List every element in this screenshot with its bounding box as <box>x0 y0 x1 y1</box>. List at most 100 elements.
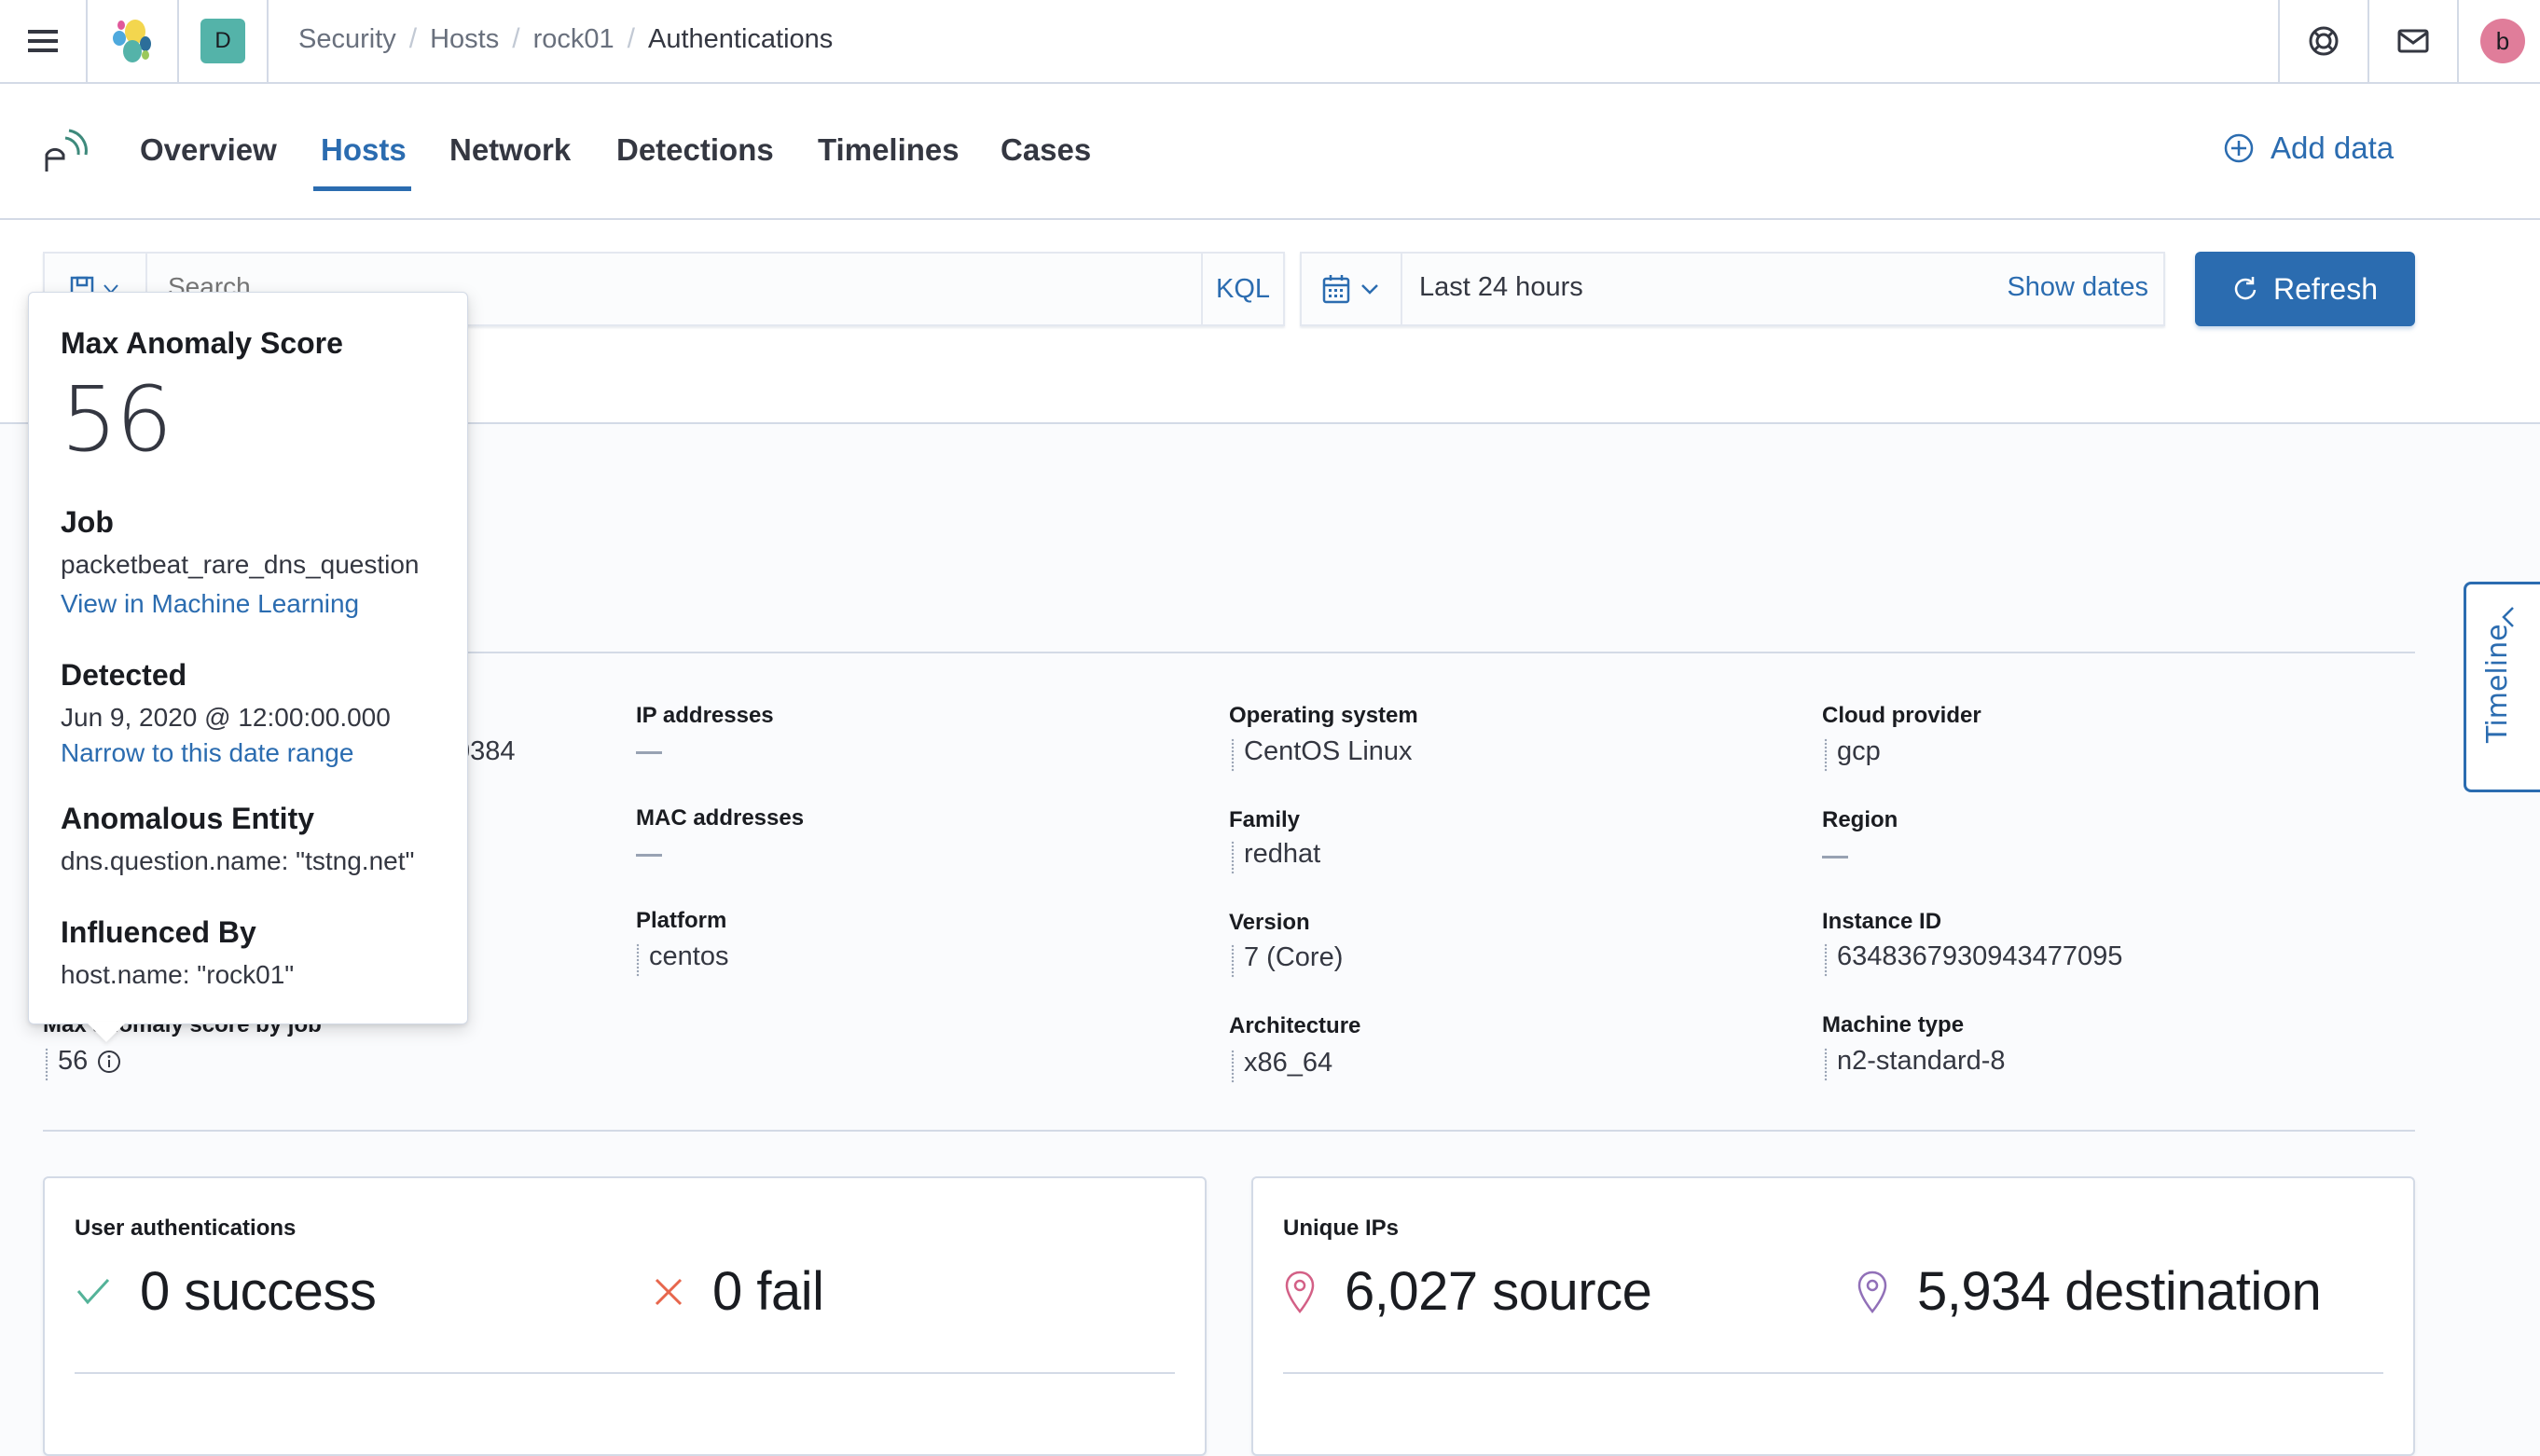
card-divider <box>1283 1372 2383 1374</box>
avatar: b <box>2480 19 2525 63</box>
cloud-provider-label: Cloud provider <box>1822 703 1981 728</box>
calendar-icon <box>1322 275 1350 304</box>
space-badge: D <box>200 19 245 63</box>
card-divider <box>75 1372 1175 1374</box>
architecture-value[interactable]: x86_64 <box>1231 1048 1332 1083</box>
tab-detections[interactable]: Detections <box>616 132 774 168</box>
quick-select-button[interactable] <box>1302 254 1402 324</box>
ip-addresses-label: IP addresses <box>636 703 774 728</box>
machine-type-label: Machine type <box>1822 1012 1965 1037</box>
ip-addresses-empty <box>636 751 662 754</box>
instance-id-value[interactable]: 6348367930943477095 <box>1824 941 2122 977</box>
anomaly-score: 56 <box>45 1046 121 1081</box>
region-label: Region <box>1822 807 1898 832</box>
influenced-by-heading: Influenced By <box>61 915 256 949</box>
instance-id-label: Instance ID <box>1822 909 1942 934</box>
popover-arrow <box>86 1022 127 1042</box>
date-picker: Last 24 hours Show dates <box>1300 252 2165 326</box>
job-heading: Job <box>61 505 114 539</box>
mac-addresses-label: MAC addresses <box>636 805 805 831</box>
hamburger-icon <box>28 30 58 52</box>
machine-type-value[interactable]: n2-standard-8 <box>1824 1046 2006 1081</box>
anomaly-score-popover: Max Anomaly Score 56 Job packetbeat_rare… <box>28 292 468 1024</box>
mail-icon <box>2397 29 2429 53</box>
space-selector[interactable]: D <box>179 0 267 82</box>
destination-ips-stat: 5,934 destination <box>1856 1260 2322 1323</box>
anomaly-score-value[interactable]: 56 <box>45 1046 88 1081</box>
date-range-value[interactable]: Last 24 hours <box>1419 272 1583 303</box>
tab-timelines[interactable]: Timelines <box>818 132 959 168</box>
map-pin-icon <box>1857 1271 1887 1313</box>
check-icon <box>76 1278 110 1304</box>
plus-circle-icon <box>2224 133 2254 163</box>
cross-icon <box>655 1278 683 1305</box>
view-in-ml-link[interactable]: View in Machine Learning <box>61 589 359 619</box>
architecture-label: Architecture <box>1229 1013 1361 1038</box>
breadcrumb-hosts[interactable]: Hosts <box>430 24 499 55</box>
os-value[interactable]: CentOS Linux <box>1231 736 1413 772</box>
card-title: Unique IPs <box>1283 1216 1400 1241</box>
show-dates-link[interactable]: Show dates <box>2007 272 2148 303</box>
breadcrumb-host[interactable]: rock01 <box>533 24 614 55</box>
version-value[interactable]: 7 (Core) <box>1231 942 1343 978</box>
refresh-icon <box>2234 277 2257 300</box>
add-data-button[interactable]: Add data <box>2224 130 2394 166</box>
refresh-label: Refresh <box>2272 271 2379 306</box>
version-label: Version <box>1229 910 1310 935</box>
elastic-logo-icon <box>113 20 151 62</box>
anomalous-entity-heading: Anomalous Entity <box>61 802 315 835</box>
menu-button[interactable] <box>0 0 86 82</box>
timeline-label: Timeline <box>2481 624 2514 743</box>
top-header: D Security / Hosts / rock01 / Authentica… <box>0 0 2540 84</box>
popover-score: 56 <box>61 367 173 472</box>
breadcrumb: Security / Hosts / rock01 / Authenticati… <box>298 0 833 78</box>
refresh-button[interactable]: Refresh <box>2195 252 2415 326</box>
popover-title: Max Anomaly Score <box>61 326 343 360</box>
card-title: User authentications <box>75 1216 297 1241</box>
active-tab-indicator <box>313 186 411 191</box>
anomalous-entity-value: dns.question.name: "tstng.net" <box>61 846 415 875</box>
influenced-by-value: host.name: "rock01" <box>61 960 295 989</box>
app-navigation: Overview Hosts Network Detections Timeli… <box>0 84 2540 220</box>
auth-success-value: 0 success <box>140 1261 377 1322</box>
tab-network[interactable]: Network <box>449 132 571 168</box>
help-button[interactable] <box>2280 0 2367 82</box>
unique-ips-card: Unique IPs 6,027 source 5,934 destinatio… <box>1251 1176 2415 1456</box>
chevron-down-icon <box>1361 284 1378 295</box>
user-authentications-card: User authentications 0 success 0 fail <box>43 1176 1207 1456</box>
info-icon[interactable] <box>97 1050 121 1074</box>
auth-success-stat: 0 success <box>75 1260 377 1323</box>
region-empty <box>1822 856 1848 858</box>
destination-ips-value: 5,934 destination <box>1917 1261 2322 1322</box>
breadcrumb-security[interactable]: Security <box>298 24 396 55</box>
query-language-button[interactable]: KQL <box>1201 254 1283 324</box>
breadcrumb-current: Authentications <box>647 23 834 54</box>
tab-cases[interactable]: Cases <box>1001 132 1091 168</box>
add-data-label: Add data <box>2271 130 2395 165</box>
siem-app-icon <box>45 129 88 172</box>
detected-value: Jun 9, 2020 @ 12:00:00.000 <box>61 703 391 732</box>
breadcrumb-separator: / <box>408 23 418 54</box>
mac-addresses-empty <box>636 854 662 857</box>
source-ips-value: 6,027 source <box>1345 1261 1652 1322</box>
section-divider <box>43 1130 2415 1132</box>
os-label: Operating system <box>1229 703 1418 728</box>
help-lifebuoy-icon <box>2309 26 2339 56</box>
platform-value[interactable]: centos <box>636 941 728 977</box>
tab-hosts[interactable]: Hosts <box>321 132 407 168</box>
cloud-provider-value[interactable]: gcp <box>1824 736 1881 772</box>
home-logo-button[interactable] <box>88 0 177 82</box>
breadcrumb-separator: / <box>627 23 635 54</box>
family-label: Family <box>1229 807 1301 832</box>
tab-overview[interactable]: Overview <box>140 132 277 168</box>
detected-heading: Detected <box>61 658 187 692</box>
timeline-flyout-button[interactable]: Timeline <box>2464 582 2540 792</box>
auth-fail-value: 0 fail <box>712 1261 824 1322</box>
narrow-date-range-link[interactable]: Narrow to this date range <box>61 738 353 768</box>
family-value[interactable]: redhat <box>1231 839 1320 874</box>
platform-label: Platform <box>636 908 727 933</box>
news-button[interactable] <box>2369 0 2457 82</box>
user-menu-button[interactable]: b <box>2459 0 2540 82</box>
job-name: packetbeat_rare_dns_question <box>61 550 420 579</box>
auth-fail-stat: 0 fail <box>653 1260 824 1323</box>
